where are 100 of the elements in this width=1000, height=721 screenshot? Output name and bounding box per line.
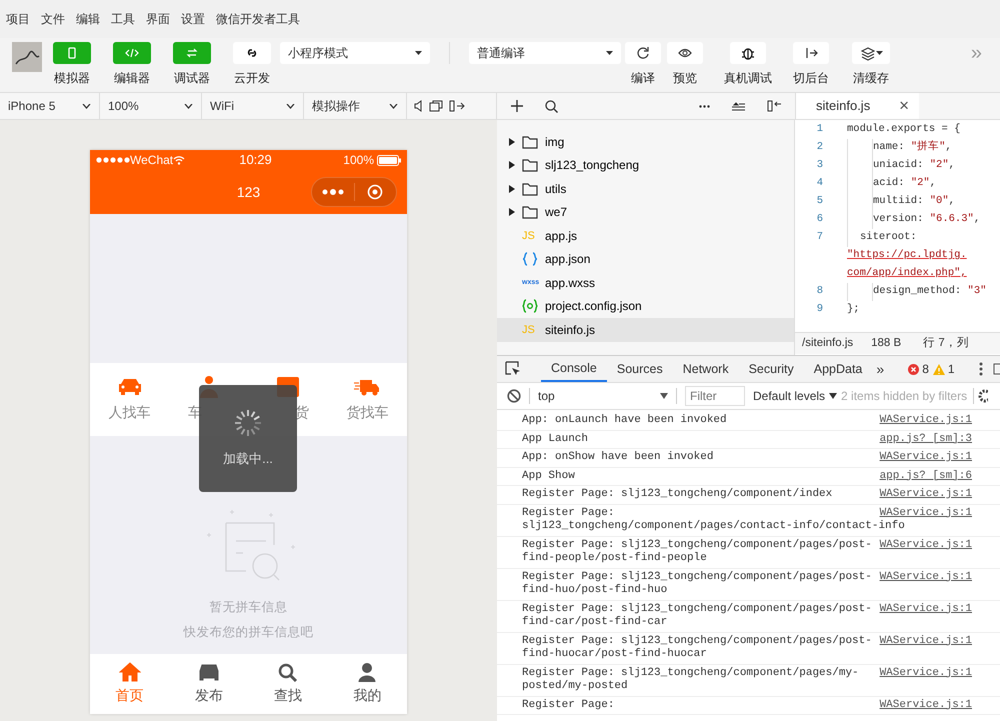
devtools-tab[interactable]: Network [672,356,739,382]
loading-text: 加载中... [223,450,273,468]
line-number: 1 [816,122,824,138]
levels-dropdown[interactable]: Default levels [753,387,826,405]
tool-label: 清缓存 [853,70,889,87]
category-label[interactable]: 人找车 [108,402,151,423]
code-line: }; [847,302,860,318]
tab-bar-item[interactable]: 查找 [248,661,328,707]
compile-select[interactable]: 普通编译 [469,42,621,64]
source-link[interactable]: WAService.js:1 [880,698,972,712]
tool-label: 模拟器 [54,70,90,87]
code-line: "https://pc.lpdtjg. [847,248,967,264]
source-link[interactable]: app.js? [sm]:3 [880,432,972,446]
tool-label: 调试器 [174,70,210,87]
file-tree-item[interactable]: app.json [497,248,794,271]
devtools-tab[interactable]: Console [541,356,607,382]
source-link[interactable]: WAService.js:1 [880,414,972,428]
log-message: Register Page: slj123_tongcheng/component/pages/post- [522,570,872,584]
code-line: name: "拼车", [873,140,952,156]
more-tabs-button[interactable]: » [876,358,884,380]
code-line: acid: "2", [873,176,936,192]
log-message: find-car/post-find-car [522,616,668,630]
file-path: /siteinfo.js [802,336,854,351]
log-message: Register Page: slj123_tongcheng/component/pages/my- [522,666,859,680]
log-message: slj123_tongcheng/component/pages/contact-info/contact-info [522,520,905,534]
tab-bar-item[interactable]: 发布 [169,661,248,707]
code-line: module.exports = { [847,122,960,138]
file-tree-item[interactable]: project.config.json [497,294,794,318]
line-number: 2 [816,140,824,156]
menu-item[interactable]: 设置 [181,10,205,28]
tab-bar-item[interactable]: 我的 [328,661,407,707]
source-link[interactable]: WAService.js:1 [880,488,972,502]
file-tree-item[interactable]: JS siteinfo.js [497,318,794,342]
code-line: design_method: "3" [873,284,986,300]
source-link[interactable]: WAService.js:1 [880,570,972,598]
source-link[interactable]: WAService.js:1 [880,666,972,694]
log-message: find-people/post-find-people [522,552,707,566]
warning-count: 1 [948,361,955,378]
device-select[interactable]: iPhone 5 [0,93,100,119]
tool-label: 预览 [673,70,697,87]
file-tree-item[interactable]: utils [497,177,794,200]
tool-label: 编译 [631,70,655,87]
source-link[interactable]: WAService.js:1 [880,451,972,464]
menu-item[interactable]: 编辑 [76,10,100,28]
log-message: Register Page: slj123_tongcheng/component/pages/post- [522,538,872,552]
log-message: App Show [522,470,575,483]
empty-message: 快发布您的拼车信息吧 [184,624,314,641]
source-link[interactable]: app.js? [sm]:6 [880,470,972,483]
source-link[interactable]: WAService.js:1 [880,602,972,630]
code-line: uniacid: "2", [873,158,955,174]
log-message: find-huocar/post-find-huocar [522,648,707,662]
menu-item[interactable]: 工具 [111,10,135,28]
category-label[interactable]: 货找车 [346,402,388,423]
page-title: 123 [236,182,262,202]
file-size: 188 B [871,336,902,351]
status-time: 10:29 [238,151,273,170]
line-number: 8 [816,284,824,300]
devtools-tab[interactable]: Security [738,356,804,382]
menu-item[interactable]: 界面 [146,10,170,28]
file-tree-item[interactable]: JS app.js [497,224,794,248]
line-number: 4 [816,176,824,192]
code-line: siteroot: [860,230,917,246]
mode-select[interactable]: 小程序模式 [280,42,430,64]
device-select[interactable]: 100% [100,93,202,119]
tool-label: 切后台 [793,70,829,87]
file-tree-item[interactable]: we7 [497,200,794,224]
code-line: multiid: "0", [873,194,955,210]
log-message: App: onShow have been invoked [522,451,714,464]
log-message: App: onLaunch have been invoked [522,414,727,428]
close-button[interactable]: × [899,98,909,114]
filter-field[interactable]: Filter [685,386,745,406]
log-message: Register Page: slj123_tongcheng/component/pages/post- [522,602,872,616]
log-message: posted/my-posted [522,680,628,694]
menu-item[interactable]: 项目 [6,10,30,28]
file-tree-item[interactable]: slj123_tongcheng [497,154,794,177]
device-select[interactable]: WiFi [202,93,304,119]
editor-tab[interactable]: siteinfo.js × [795,93,919,119]
log-message: Register Page: slj123_tongcheng/component/index [522,488,832,502]
code-line: com/app/index.php", [847,266,967,282]
line-number: 6 [816,212,824,228]
empty-message: 暂无拼车信息 [210,599,288,616]
menu-item[interactable]: 微信开发者工具 [216,10,300,28]
error-count: 8 [922,361,929,378]
tool-label: 云开发 [234,70,270,87]
file-tree-item[interactable]: img [497,130,794,154]
devtools-tab[interactable]: Sources [606,356,673,382]
devtools-tab[interactable]: AppData [804,356,872,382]
cursor-position: 行 7，列 [923,336,969,351]
line-number: 9 [816,302,824,318]
device-select[interactable]: 模拟操作 [304,93,407,119]
source-link[interactable]: WAService.js:1 [880,634,972,662]
file-type-label: JS [522,322,536,338]
log-message: find-huo/post-find-huo [522,584,668,598]
line-number: 5 [816,194,824,210]
source-link[interactable]: WAService.js:1 [880,538,972,566]
file-type-label: JS [522,228,536,244]
code-line: version: "6.6.3", [873,212,980,228]
menu-item[interactable]: 文件 [41,10,65,28]
tool-label: 编辑器 [114,70,150,87]
context-select[interactable]: top [538,387,668,405]
